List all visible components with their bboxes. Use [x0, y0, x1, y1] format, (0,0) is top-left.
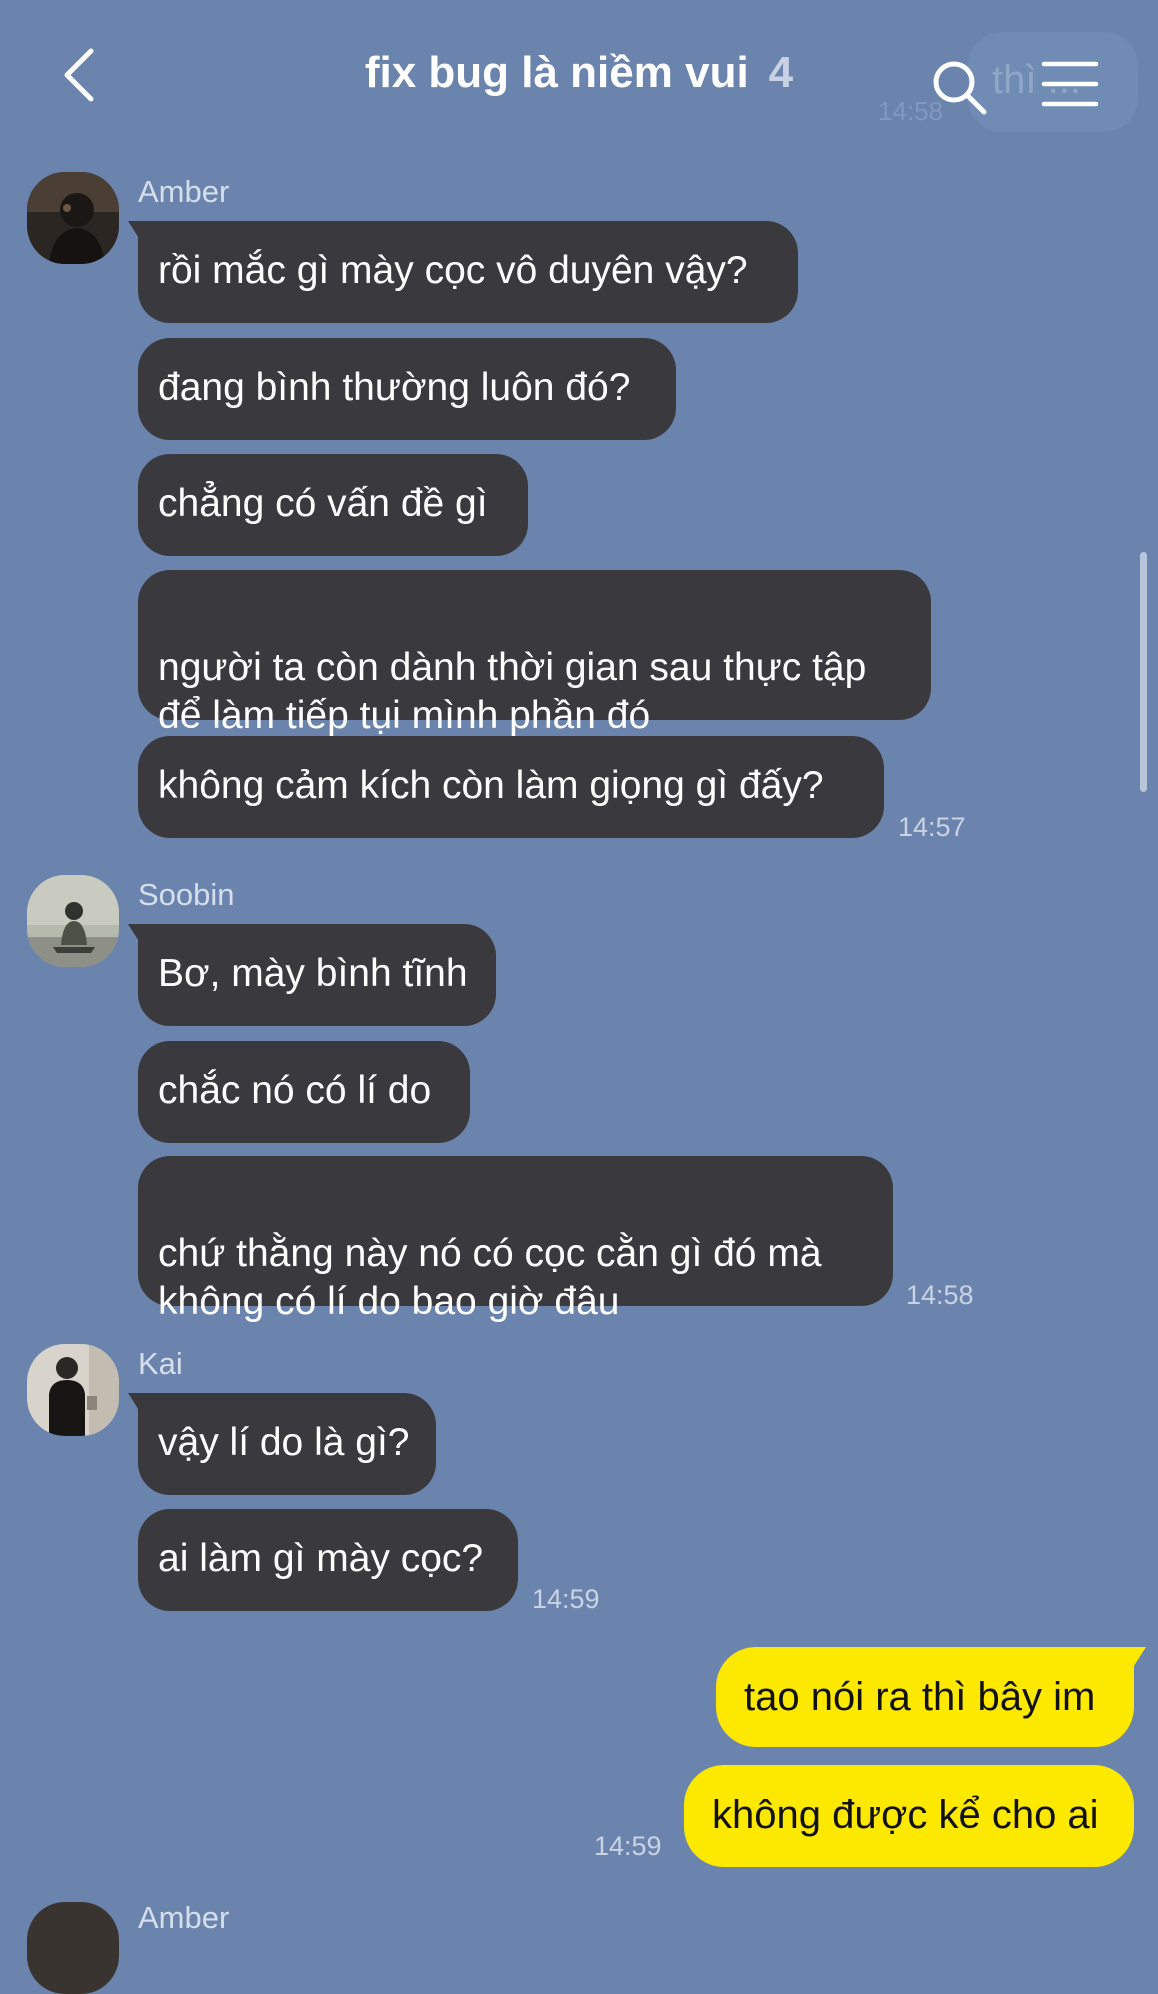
avatar-amber[interactable]	[27, 172, 119, 264]
message-text: đang bình thường luôn đó?	[158, 366, 631, 409]
message-text: chắc nó có lí do	[158, 1069, 432, 1112]
message-bubble[interactable]: người ta còn dành thời gian sau thực tập…	[138, 570, 931, 737]
chat-title-text: fix bug là niềm vui	[364, 48, 749, 97]
sender-name: Amber	[138, 174, 230, 209]
message-text: Bơ, mày bình tĩnh	[158, 952, 468, 995]
message-text: không cảm kích còn làm giọng gì đấy?	[158, 764, 824, 807]
message-timestamp: 14:59	[532, 1584, 600, 1614]
message-bubble[interactable]: ai làm gì mày cọc?	[138, 1509, 518, 1611]
avatar-kai[interactable]	[27, 1344, 119, 1436]
menu-button[interactable]	[1040, 60, 1100, 108]
sender-name: Kai	[138, 1346, 183, 1381]
avatar-photo-icon	[27, 1344, 119, 1436]
message-timestamp: 14:58	[906, 1280, 974, 1310]
my-message-bubble[interactable]: không được kể cho ai	[684, 1765, 1134, 1867]
avatar-soobin[interactable]	[27, 875, 119, 967]
message-text: không được kể cho ai	[712, 1793, 1099, 1837]
chat-header: thì ... 14:58 fix bug là niềm vui 4	[0, 0, 1158, 150]
message-text: vậy lí do là gì?	[158, 1421, 410, 1464]
message-text: chẳng có vấn đề gì	[158, 482, 488, 525]
my-message-bubble[interactable]: tao nói ra thì bây im	[716, 1647, 1146, 1747]
message-text: chứ thằng này nó có cọc cằn gì đó mà khô…	[158, 1232, 822, 1323]
avatar-amber[interactable]	[27, 1902, 119, 1994]
message-text: người ta còn dành thời gian sau thực tập…	[158, 646, 867, 737]
message-bubble[interactable]: chẳng có vấn đề gì	[138, 454, 528, 556]
avatar-photo-icon	[27, 172, 119, 264]
message-bubble[interactable]: rồi mắc gì mày cọc vô duyên vậy?	[128, 221, 798, 323]
message-text: rồi mắc gì mày cọc vô duyên vậy?	[158, 249, 748, 292]
message-text: ai làm gì mày cọc?	[158, 1537, 484, 1580]
hamburger-menu-icon	[1041, 61, 1099, 107]
sender-name: Soobin	[138, 877, 235, 912]
scrollbar[interactable]	[1140, 552, 1147, 792]
avatar-photo-icon	[27, 875, 119, 967]
search-icon	[933, 61, 987, 115]
message-timestamp: 14:59	[594, 1831, 662, 1861]
message-bubble[interactable]: đang bình thường luôn đó?	[138, 338, 676, 440]
search-button[interactable]	[930, 58, 990, 118]
message-bubble[interactable]: vậy lí do là gì?	[128, 1393, 436, 1495]
member-count: 4	[768, 48, 794, 97]
message-bubble[interactable]: không cảm kích còn làm giọng gì đấy?	[138, 736, 884, 838]
message-bubble[interactable]: chứ thằng này nó có cọc cằn gì đó mà khô…	[138, 1156, 893, 1323]
message-timestamp: 14:57	[898, 812, 966, 842]
message-bubble[interactable]: chắc nó có lí do	[138, 1041, 470, 1143]
message-bubble[interactable]: Bơ, mày bình tĩnh	[128, 924, 496, 1026]
message-text: tao nói ra thì bây im	[744, 1675, 1096, 1719]
sender-name: Amber	[138, 1900, 230, 1935]
